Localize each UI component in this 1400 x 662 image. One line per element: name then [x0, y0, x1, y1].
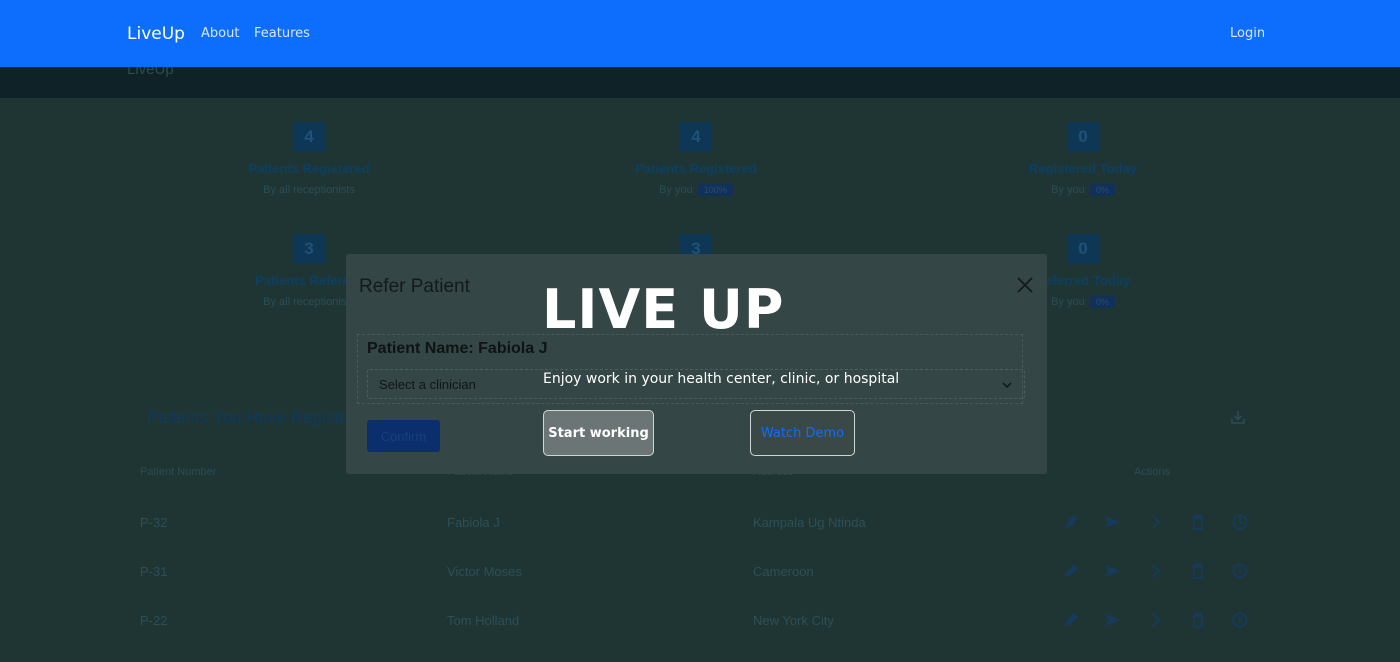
cell-address: Cameroon: [753, 564, 814, 579]
confirm-button[interactable]: Confirm: [367, 420, 440, 452]
cell-address: Kampala Ug Ntinda: [753, 515, 866, 530]
top-navbar: LiveUp About Features Login: [0, 0, 1400, 67]
nav-features[interactable]: Features: [254, 26, 310, 41]
stat-subtitle-text: By you: [1051, 184, 1085, 196]
cell-patient-name: Tom Holland: [447, 613, 520, 628]
table-header-number: Patient Number: [140, 466, 217, 478]
history-icon[interactable]: [1231, 562, 1249, 580]
stat-title: Patients Registered: [635, 161, 757, 176]
stat-subtitle: By you 100%: [616, 184, 776, 196]
start-working-button[interactable]: Start working: [543, 410, 654, 456]
nav-login[interactable]: Login: [1230, 26, 1265, 41]
stat-value: 4: [293, 122, 325, 152]
stat-card: 0 Registered Today By you 0%: [1003, 122, 1163, 196]
cell-patient-name: Victor Moses: [447, 564, 522, 579]
table-header-actions: Actions: [1134, 466, 1171, 478]
stat-card: 4 Patients Registered By all receptionis…: [229, 122, 389, 196]
stat-badge: 100%: [697, 184, 733, 196]
stat-title: Registered Today: [1028, 161, 1138, 176]
patient-name-label: Patient Name: Fabiola J: [367, 340, 548, 357]
modal-title: Refer Patient: [359, 276, 470, 297]
stat-subtitle: By you 0%: [1003, 184, 1163, 196]
chevron-right-icon[interactable]: [1147, 611, 1165, 629]
stat-subtitle-text: By you: [1051, 296, 1085, 308]
clinician-select-value: Select a clinician: [379, 377, 476, 392]
edit-icon[interactable]: [1062, 513, 1080, 531]
chevron-down-icon: [1002, 382, 1012, 389]
delete-icon[interactable]: [1189, 611, 1207, 629]
close-icon[interactable]: [1016, 276, 1034, 294]
send-icon[interactable]: [1104, 513, 1122, 531]
stat-badge: 0%: [1089, 184, 1115, 196]
delete-icon[interactable]: [1189, 513, 1207, 531]
stat-value: 0: [1067, 234, 1099, 264]
download-icon[interactable]: [1229, 408, 1247, 426]
brand-logo[interactable]: LiveUp: [127, 24, 185, 44]
chevron-right-icon[interactable]: [1147, 562, 1165, 580]
edit-icon[interactable]: [1062, 562, 1080, 580]
stat-subtitle: By all receptionists: [263, 184, 355, 196]
stat-value: 4: [680, 122, 712, 152]
nav-about[interactable]: About: [201, 26, 239, 41]
cell-patient-name: Fabiola J: [447, 515, 500, 530]
section-title: Patients You Have Registered: [147, 408, 373, 427]
history-icon[interactable]: [1231, 611, 1249, 629]
stat-value: 0: [1067, 122, 1099, 152]
chevron-right-icon[interactable]: [1147, 513, 1165, 531]
stat-card: 4 Patients Registered By you 100%: [616, 122, 776, 196]
cell-address: New York City: [753, 613, 834, 628]
stat-value: 3: [293, 234, 325, 264]
history-icon[interactable]: [1231, 513, 1249, 531]
stat-subtitle-text: By you: [659, 184, 693, 196]
delete-icon[interactable]: [1189, 562, 1207, 580]
watch-demo-button[interactable]: Watch Demo: [750, 410, 855, 456]
cell-patient-number: P-22: [140, 613, 168, 628]
cell-patient-number: P-31: [140, 564, 168, 579]
hero-title: LIVE UP: [542, 278, 785, 341]
background-topbar: LiveUp: [0, 61, 1400, 98]
send-icon[interactable]: [1104, 611, 1122, 629]
stat-badge: 0%: [1089, 296, 1115, 308]
cell-patient-number: P-32: [140, 515, 168, 530]
stat-title: Patients Registered: [248, 161, 370, 176]
edit-icon[interactable]: [1062, 611, 1080, 629]
send-icon[interactable]: [1104, 562, 1122, 580]
hero-subtitle: Enjoy work in your health center, clinic…: [543, 371, 900, 387]
